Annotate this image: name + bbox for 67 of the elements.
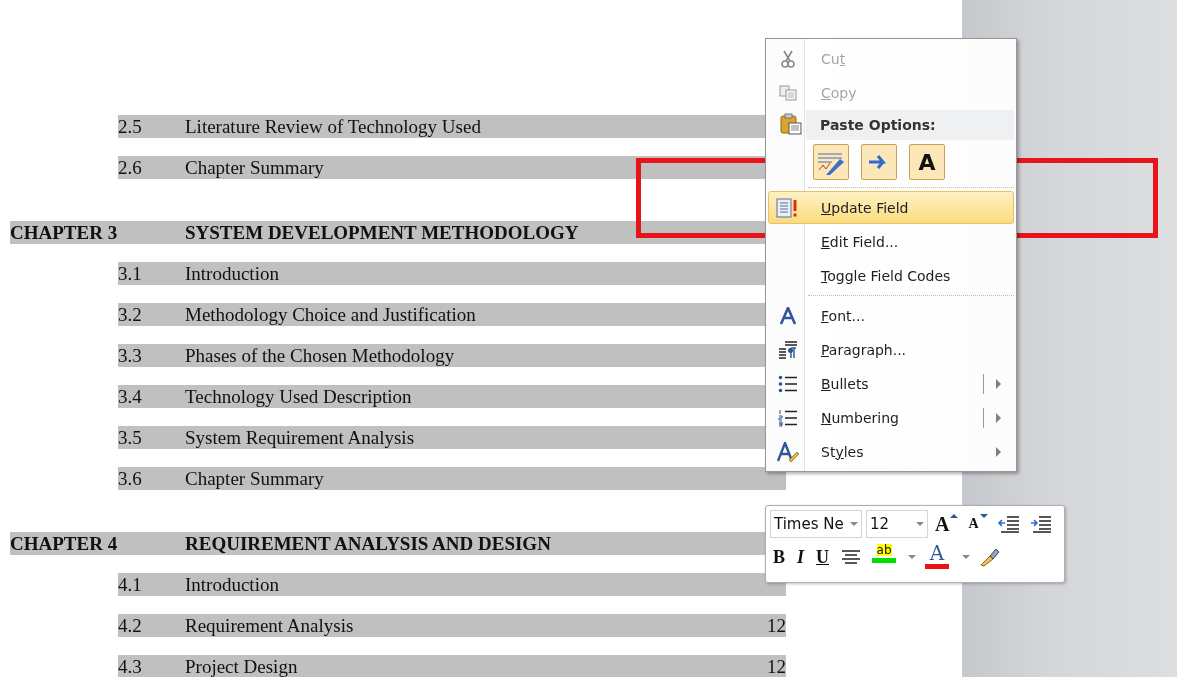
- toc-title: Requirement Analysis: [185, 614, 355, 637]
- toc-title: Introduction: [185, 262, 280, 285]
- font-icon: [779, 306, 797, 325]
- toc-title: System Requirement Analysis: [185, 426, 416, 449]
- shrink-font-button[interactable]: A: [965, 511, 991, 537]
- font-size-field[interactable]: 12: [866, 510, 928, 538]
- scissors-icon: [780, 49, 796, 68]
- toc-title: Phases of the Chosen Methodology: [185, 344, 456, 367]
- submenu-arrow-icon: [996, 446, 1001, 457]
- toc-number: 4.1: [118, 573, 143, 596]
- toc-number: 2.5: [118, 115, 143, 138]
- underline-button[interactable]: U: [813, 544, 833, 570]
- toc-number: 3.6: [118, 467, 143, 490]
- bulleted-list-icon: [778, 374, 798, 393]
- toc-title: Project Design: [185, 655, 299, 677]
- toc-number: 4.2: [118, 614, 143, 637]
- page-number: 12: [767, 655, 786, 677]
- toc-number: CHAPTER 3: [10, 221, 119, 244]
- highlight-color-button[interactable]: ab: [870, 544, 899, 570]
- toc-title: Chapter Summary: [185, 156, 325, 179]
- toc-title: Methodology Choice and Justification: [185, 303, 477, 326]
- menu-item[interactable]: Update Field: [768, 191, 1014, 224]
- keep-text-only-paste-button[interactable]: A: [909, 144, 945, 180]
- keep-formatting-paste-button[interactable]: [813, 144, 849, 180]
- toc-number: 2.6: [118, 156, 143, 179]
- dropdown-arrow-icon: [962, 555, 971, 559]
- numbered-list-icon: [778, 408, 798, 427]
- menu-item[interactable]: Font...: [768, 299, 1014, 332]
- increase-indent-icon: [1029, 515, 1052, 533]
- toc-number: 3.4: [118, 385, 143, 408]
- paragraph-icon: [778, 340, 798, 359]
- toc-number: 3.3: [118, 344, 143, 367]
- toc-title: Chapter Summary: [185, 467, 325, 490]
- menu-item[interactable]: Styles: [768, 435, 1014, 468]
- italic-button[interactable]: I: [794, 544, 808, 570]
- grow-font-button[interactable]: A: [932, 511, 962, 537]
- submenu-arrow-icon: [996, 412, 1001, 423]
- toc-title: SYSTEM DEVELOPMENT METHODOLOGY: [185, 221, 580, 244]
- merge-formatting-paste-button[interactable]: [861, 144, 897, 180]
- page-number: 12: [767, 614, 786, 637]
- styles-icon: [777, 441, 799, 462]
- document-exclamation-icon: [776, 197, 800, 218]
- toc-title: REQUIREMENT ANALYSIS AND DESIGN: [185, 532, 552, 555]
- clipboard-icon: [780, 112, 802, 138]
- toc-title: Introduction: [185, 573, 280, 596]
- paste-options-header: Paste Options:: [806, 110, 1014, 140]
- toc-number: 3.1: [118, 262, 143, 285]
- center-align-icon: [841, 549, 862, 565]
- toc-number: 3.5: [118, 426, 143, 449]
- bold-button[interactable]: B: [770, 544, 788, 570]
- toc-number: 3.2: [118, 303, 143, 326]
- menu-item[interactable]: Edit Field...: [768, 225, 1014, 258]
- font-color-button[interactable]: A: [922, 544, 953, 570]
- decrease-indent-icon: [997, 515, 1020, 533]
- paintbrush-icon: [979, 547, 1002, 567]
- menu-item[interactable]: Toggle Field Codes: [768, 259, 1014, 292]
- toc-title: Literature Review of Technology Used: [185, 115, 482, 138]
- toc-number: 4.3: [118, 655, 143, 677]
- submenu-arrow-icon: [996, 378, 1001, 389]
- menu-item[interactable]: Numbering: [768, 401, 1014, 434]
- toc-number: CHAPTER 4: [10, 532, 119, 555]
- dropdown-arrow-icon: [908, 555, 917, 559]
- font-name-field[interactable]: Times Ne: [770, 510, 862, 538]
- menu-item[interactable]: Bullets: [768, 367, 1014, 400]
- menu-item[interactable]: Paragraph...: [768, 333, 1014, 366]
- toc-title: Technology Used Description: [185, 385, 413, 408]
- copy-icon: [779, 84, 797, 101]
